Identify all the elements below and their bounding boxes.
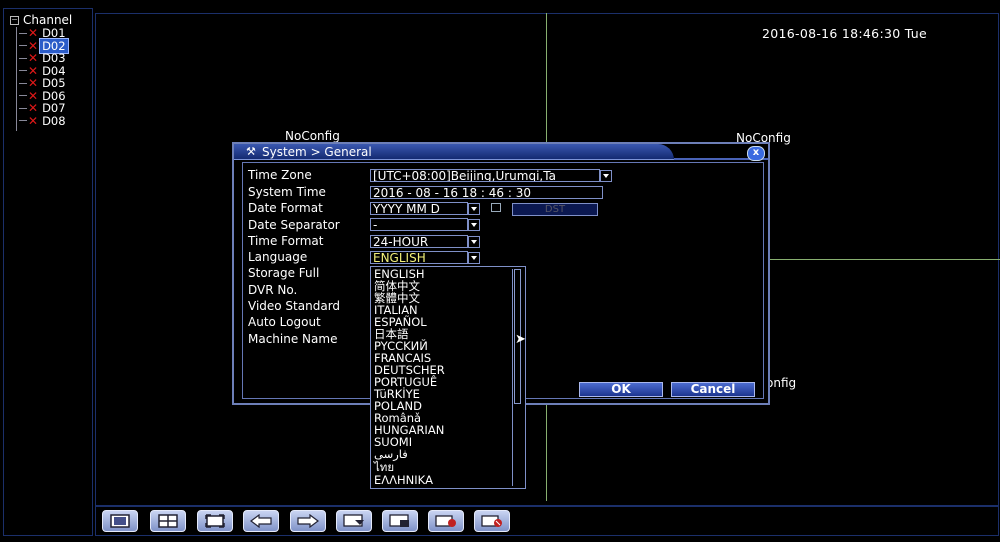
date-format-label: Date Format (248, 201, 323, 215)
channel-tree-root[interactable]: − Channel (10, 13, 72, 27)
dialog-title-bar[interactable]: ⚒ System > General (234, 144, 674, 160)
date-separator-label: Date Separator (248, 218, 340, 232)
channel-item-d02[interactable]: ✕ D02 (16, 37, 69, 54)
dvr-no-label: DVR No. (248, 283, 298, 297)
channel-item-d05[interactable]: ✕ D05 (16, 76, 68, 91)
disconnected-icon: ✕ (28, 26, 39, 41)
channel-item-d06[interactable]: ✕ D06 (16, 88, 68, 103)
playback-button[interactable] (336, 510, 372, 532)
language-option[interactable]: ΕΛΛΗΝΙΚΑ (374, 474, 433, 486)
channel-item-d01[interactable]: ✕ D01 (16, 26, 68, 41)
disconnected-icon: ✕ (28, 76, 39, 91)
tools-icon: ⚒ (246, 145, 256, 158)
system-time-input[interactable]: 2016 - 08 - 16 18 : 46 : 30 (370, 186, 603, 199)
channel-label: D08 (42, 113, 66, 128)
date-format-select[interactable]: YYYY MM D (370, 202, 468, 215)
alarm-button[interactable] (428, 510, 464, 532)
fullscreen-icon (205, 514, 225, 528)
next-arrow-icon (297, 514, 319, 528)
channel-root-label: Channel (23, 13, 73, 27)
system-time-label: System Time (248, 185, 326, 199)
quad-view-button[interactable] (150, 510, 186, 532)
single-view-icon (110, 514, 130, 528)
record-icon (389, 514, 409, 527)
osd-datetime: 2016-08-16 18:46:30 Tue (762, 26, 927, 41)
next-button[interactable] (290, 510, 326, 532)
time-format-select[interactable]: 24-HOUR (370, 235, 468, 248)
fullscreen-button[interactable] (197, 510, 233, 532)
chevron-down-icon[interactable] (468, 203, 480, 215)
channel-item-d04[interactable]: ✕ D04 (16, 63, 68, 78)
disconnected-icon: ✕ (28, 51, 39, 66)
chevron-down-icon[interactable] (468, 252, 480, 264)
language-scrollbar[interactable] (512, 269, 523, 486)
language-dropdown-list[interactable]: ENGLISH 简体中文 繁體中文 ITALIAN ESPAÑOL 日本語 PY… (370, 266, 526, 489)
channel-item-d08[interactable]: ✕ D08 (16, 113, 68, 128)
auto-logout-label: Auto Logout (248, 315, 321, 329)
channel-item-d07[interactable]: ✕ D07 (16, 101, 68, 116)
quad-view-icon (158, 514, 178, 528)
collapse-icon[interactable]: − (10, 15, 19, 25)
record-button[interactable] (382, 510, 418, 532)
time-format-label: Time Format (248, 234, 324, 248)
disconnected-icon: ✕ (28, 88, 39, 103)
channel-sidebar: − Channel ✕ D01 ✕ D02 ✕ D03 ✕ D04 ✕ D05 ✕ D06 … (3, 8, 93, 536)
chevron-down-icon[interactable] (468, 219, 480, 231)
previous-button[interactable] (243, 510, 279, 532)
previous-arrow-icon (250, 514, 272, 528)
ok-button[interactable]: OK (579, 382, 663, 397)
chevron-down-icon[interactable] (468, 236, 480, 248)
channel-noconfig-label: NoConfig (285, 129, 340, 143)
disconnected-icon: ✕ (28, 63, 39, 78)
storage-full-label: Storage Full (248, 266, 320, 280)
mouse-cursor-icon: ➤ (515, 332, 526, 347)
date-separator-select[interactable]: - (370, 218, 468, 231)
single-view-button[interactable] (102, 510, 138, 532)
dst-checkbox[interactable] (491, 203, 501, 212)
dst-button[interactable]: DST (512, 203, 598, 216)
dialog-title: System > General (262, 145, 372, 159)
language-option[interactable]: فارسی (374, 448, 408, 460)
close-icon: x (752, 147, 760, 158)
chevron-down-icon[interactable] (600, 170, 612, 182)
cancel-button[interactable]: Cancel (671, 382, 755, 397)
playback-icon (343, 514, 364, 527)
network-icon (481, 515, 502, 527)
channel-item-d03[interactable]: ✕ D03 (16, 51, 68, 66)
network-button[interactable] (474, 510, 510, 532)
video-standard-label: Video Standard (248, 299, 341, 313)
language-label: Language (248, 250, 308, 264)
disconnected-icon: ✕ (28, 38, 39, 53)
time-zone-select[interactable]: [UTC+08:00]Beijing,Urumqi,Ta (370, 169, 600, 182)
close-button[interactable]: x (747, 146, 765, 161)
machine-name-label: Machine Name (248, 332, 338, 346)
language-option[interactable]: ไทย (374, 461, 394, 473)
alarm-icon (435, 515, 456, 527)
channel-list: ✕ D01 ✕ D02 ✕ D03 ✕ D04 ✕ D05 ✕ D06 ✕ D07 ✕ D08 (16, 26, 69, 131)
disconnected-icon: ✕ (28, 113, 39, 128)
channel-noconfig-label: onfig (766, 376, 797, 390)
time-zone-label: Time Zone (248, 168, 312, 182)
language-select[interactable]: ENGLISH (370, 251, 468, 264)
disconnected-icon: ✕ (28, 101, 39, 116)
